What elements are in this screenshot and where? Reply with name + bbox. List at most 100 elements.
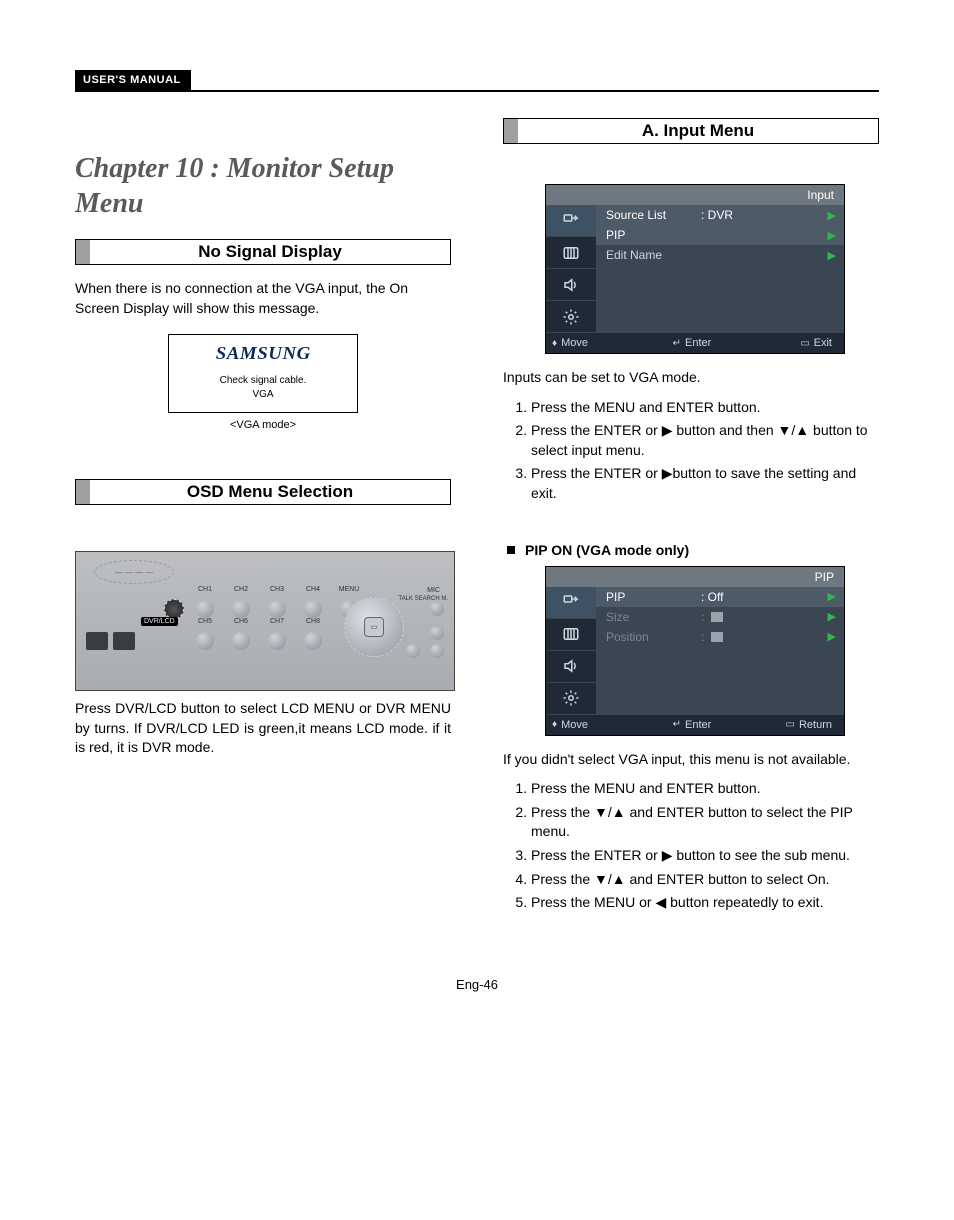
panel-btn-rec [406, 644, 420, 658]
step-item: Press the ENTER or ▶ button to see the s… [531, 846, 879, 866]
input-icon [546, 205, 596, 237]
osd-footer: ♦Move ↵ Enter ▭Return [546, 715, 844, 735]
square-bullet-icon [507, 546, 515, 554]
step-item: Press the ▼/▲ and ENTER button to select… [531, 870, 879, 890]
size-thumb-icon [711, 612, 723, 622]
updown-icon: ♦ [552, 338, 557, 349]
panel-btn-ch6 [232, 632, 250, 650]
osd-row-editname: Edit Name ▶ [596, 245, 844, 265]
panel-dial-center: ▭ [364, 617, 384, 637]
osd-row-label: PIP [606, 228, 701, 242]
sound-icon [546, 269, 596, 301]
osd-footer-return: ▭Return [739, 719, 838, 731]
osd-footer-label: Move [561, 719, 588, 731]
osd-footer-enter: ↵ Enter [645, 719, 738, 731]
panel-ports [86, 632, 135, 650]
osd-title: Input [546, 185, 844, 205]
osd-row-label: Edit Name [606, 248, 701, 262]
osd-row-sourcelist: Source List : DVR ▶ [596, 205, 844, 225]
osd-row-value: : [701, 630, 756, 644]
osd-footer-move: ♦ Move [552, 337, 645, 349]
osd-rows: PIP : Off ▶ Size : ▶ Position : ▶ [596, 587, 844, 715]
step-item: Press the ENTER or ▶ button and then ▼/▲… [531, 421, 879, 460]
osd-footer: ♦ Move ↵Enter ▭ Exit [546, 333, 844, 353]
step-item: Press the MENU and ENTER button. [531, 779, 879, 799]
section-title: A. Input Menu [518, 119, 878, 143]
osd-body: Press DVR/LCD button to select LCD MENU … [75, 699, 451, 758]
panel-port [113, 632, 135, 650]
osd-row-value: : Off [701, 590, 756, 604]
page-number: Eng-46 [75, 977, 879, 992]
osd-row-label: Source List [606, 208, 701, 222]
panel-dial: ▭ [344, 597, 404, 657]
osd-input-menu: Input Source List : DVR ▶ [545, 184, 845, 354]
input-icon [546, 587, 596, 619]
osd-icon-column [546, 587, 596, 715]
vga-msg: Check signal cable. VGA [169, 374, 357, 402]
panel-btn-row-2 [196, 632, 322, 650]
section-accent [76, 480, 90, 504]
panel-mic-label: MIC [427, 587, 440, 594]
panel-port [86, 632, 108, 650]
osd-rows: Source List : DVR ▶ PIP ▶ Edit Name [596, 205, 844, 333]
step-item: Press the ▼/▲ and ENTER button to select… [531, 803, 879, 842]
panel-btn-ch1 [196, 600, 214, 618]
osd-row-value: : [701, 610, 756, 624]
osd-row-pip: PIP : Off ▶ [596, 587, 844, 607]
header-label: USER'S MANUAL [75, 70, 191, 90]
osd-icon-column [546, 205, 596, 333]
osd-row-label: PIP [606, 590, 701, 604]
panel-btn-ch4 [304, 600, 322, 618]
pip-heading: PIP ON (VGA mode only) [503, 542, 879, 558]
osd-row-position: Position : ▶ [596, 627, 844, 647]
samsung-logo: SAMSUNG [215, 343, 310, 364]
setup-icon [546, 683, 596, 715]
chapter-title: Chapter 10 : Monitor Setup Menu [75, 151, 451, 221]
panel-btn-back [430, 644, 444, 658]
osd-footer-label: Enter [685, 719, 711, 731]
osd-footer-label: Move [561, 337, 588, 349]
enter-icon: ↵ [673, 338, 681, 349]
position-thumb-icon [711, 632, 723, 642]
section-osd: OSD Menu Selection [75, 479, 451, 505]
panel-btn-row-1 [196, 600, 358, 618]
device-panel-figure: — — — — DVR/LCD [75, 551, 455, 691]
osd-footer-enter: ↵Enter [645, 337, 738, 349]
vga-msg-line2: VGA [252, 389, 273, 400]
setup-icon [546, 301, 596, 333]
exit-icon: ▭ [800, 338, 809, 349]
panel-btn-small [430, 602, 444, 616]
arrow-right-icon: ▶ [828, 229, 836, 242]
osd-footer-label: Exit [814, 337, 832, 349]
no-signal-body: When there is no connection at the VGA i… [75, 279, 451, 318]
panel-btn-ch5 [196, 632, 214, 650]
osd-row-pip: PIP ▶ [596, 225, 844, 245]
arrow-right-icon: ▶ [828, 209, 836, 222]
panel-btn-ch7 [268, 632, 286, 650]
panel-right-row [406, 644, 444, 658]
panel-led [164, 599, 184, 619]
arrow-right-icon: ▶ [828, 610, 836, 623]
arrow-right-icon: ▶ [828, 249, 836, 262]
step-item: Press the ENTER or ▶button to save the s… [531, 464, 879, 503]
vga-msg-line1: Check signal cable. [220, 375, 307, 386]
picture-icon [546, 619, 596, 651]
osd-row-label: Position [606, 630, 701, 644]
vga-message-box: SAMSUNG Check signal cable. VGA [168, 334, 358, 413]
input-note: Inputs can be set to VGA mode. [503, 368, 879, 388]
return-icon: ▭ [786, 719, 795, 730]
osd-row-value: : DVR [701, 208, 756, 222]
osd-row-size: Size : ▶ [596, 607, 844, 627]
enter-icon: ↵ [673, 719, 681, 730]
panel-dvrlcd-label: DVR/LCD [141, 617, 178, 626]
osd-footer-move: ♦Move [552, 719, 645, 731]
panel-btn-small [430, 626, 444, 640]
section-accent [76, 240, 90, 264]
pip-note: If you didn't select VGA input, this men… [503, 750, 879, 770]
vga-caption: <VGA mode> [75, 419, 451, 431]
panel-btn-ch3 [268, 600, 286, 618]
panel-btn-ch8 [304, 632, 322, 650]
osd-row-label: Size [606, 610, 701, 624]
osd-pip-menu: PIP PIP : Off ▶ [545, 566, 845, 736]
section-input-menu: A. Input Menu [503, 118, 879, 144]
